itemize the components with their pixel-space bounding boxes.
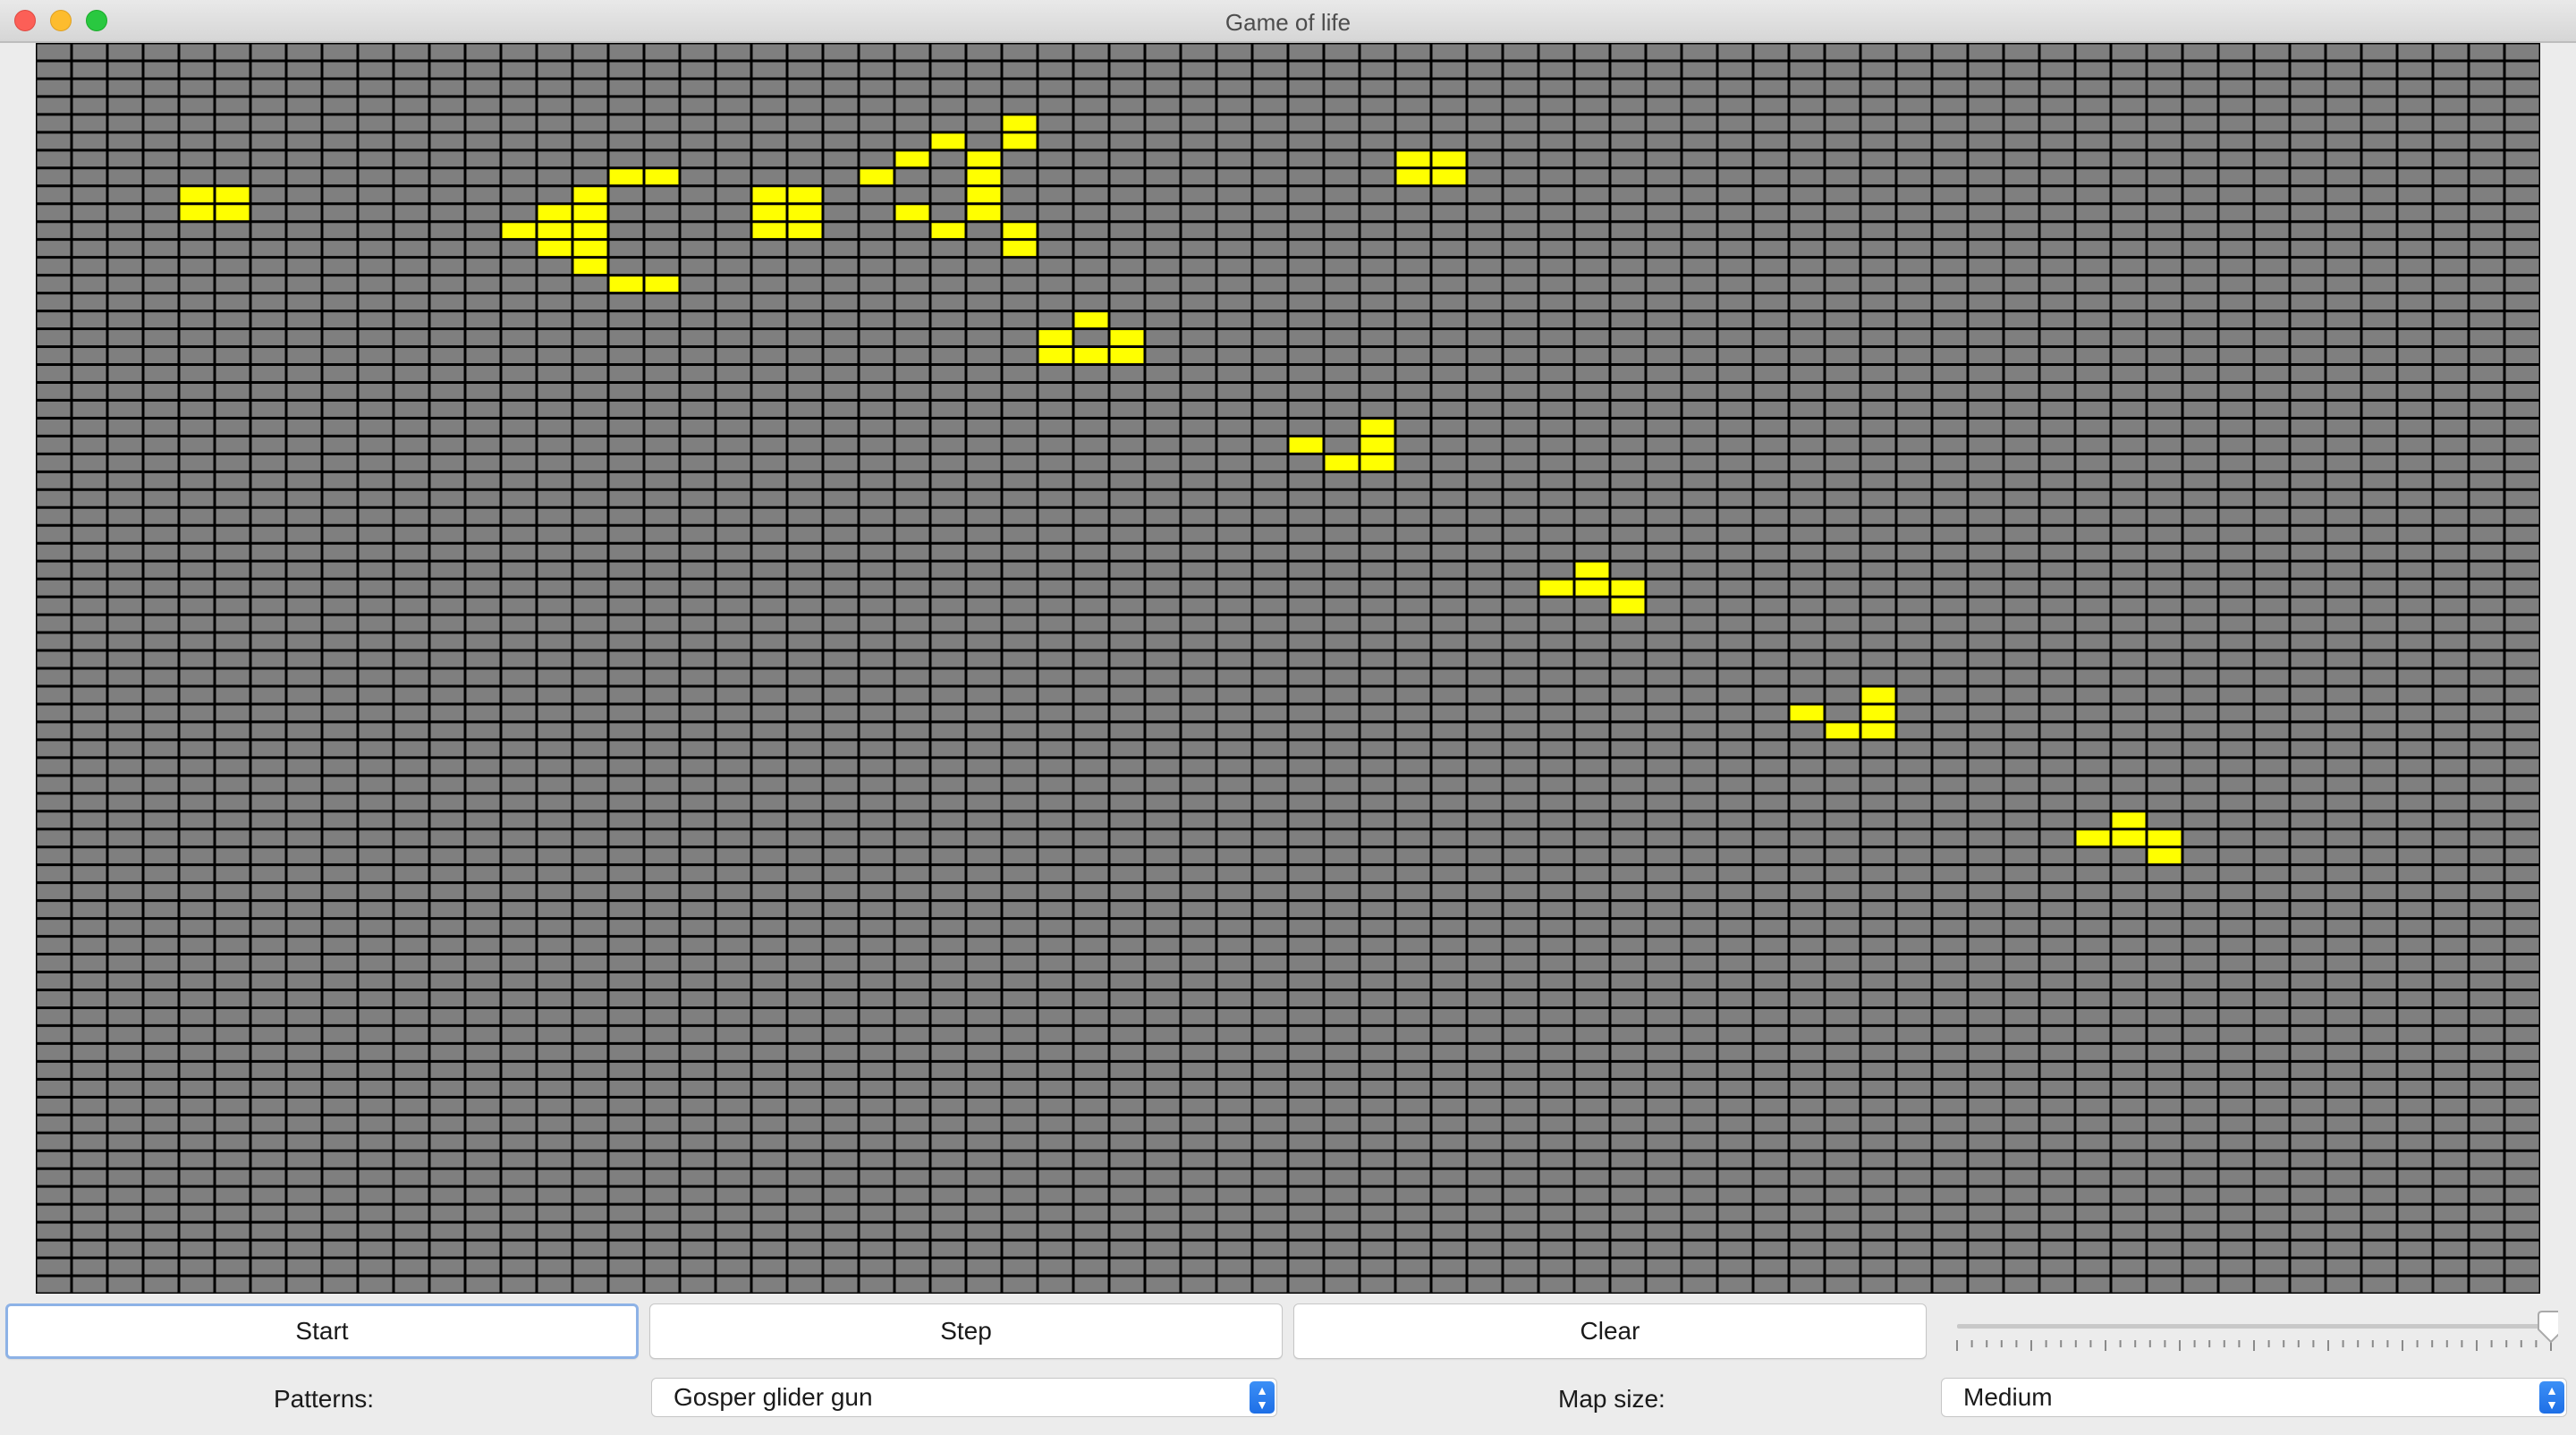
live-cell[interactable] bbox=[1073, 310, 1109, 329]
live-cell[interactable] bbox=[1109, 346, 1145, 365]
live-cell[interactable] bbox=[179, 185, 215, 204]
live-cell[interactable] bbox=[1574, 579, 1610, 598]
live-cell[interactable] bbox=[1431, 167, 1467, 186]
live-cell[interactable] bbox=[1038, 346, 1073, 365]
live-cell[interactable] bbox=[787, 203, 823, 222]
live-cell[interactable] bbox=[1073, 346, 1109, 365]
live-cell[interactable] bbox=[1038, 328, 1073, 347]
live-cell[interactable] bbox=[1860, 703, 1896, 722]
live-cell[interactable] bbox=[1324, 454, 1360, 472]
live-cell[interactable] bbox=[572, 239, 608, 258]
live-cell[interactable] bbox=[966, 149, 1002, 168]
patterns-label: Patterns: bbox=[274, 1385, 375, 1413]
live-cell[interactable] bbox=[787, 185, 823, 204]
live-cell[interactable] bbox=[2147, 828, 2182, 847]
live-cell[interactable] bbox=[1002, 114, 1038, 132]
live-cell[interactable] bbox=[930, 221, 966, 240]
live-cell[interactable] bbox=[1860, 685, 1896, 704]
title-bar: Game of life bbox=[0, 0, 2576, 43]
live-cell[interactable] bbox=[1574, 561, 1610, 580]
live-cell[interactable] bbox=[644, 275, 680, 293]
slider-track[interactable] bbox=[1957, 1324, 2551, 1329]
live-cell[interactable] bbox=[2075, 828, 2111, 847]
live-cell[interactable] bbox=[1860, 721, 1896, 740]
live-cell[interactable] bbox=[572, 257, 608, 276]
live-cell[interactable] bbox=[1538, 579, 1574, 598]
live-cell[interactable] bbox=[1360, 454, 1395, 472]
live-cell[interactable] bbox=[537, 239, 572, 258]
live-cell[interactable] bbox=[215, 185, 250, 204]
slider-ticks bbox=[1956, 1340, 2552, 1351]
live-cell[interactable] bbox=[1360, 436, 1395, 454]
live-cell[interactable] bbox=[608, 167, 644, 186]
live-cell[interactable] bbox=[1610, 597, 1646, 616]
live-cell[interactable] bbox=[1395, 149, 1431, 168]
live-cell[interactable] bbox=[179, 203, 215, 222]
live-cell[interactable] bbox=[966, 185, 1002, 204]
live-cell[interactable] bbox=[1395, 167, 1431, 186]
step-button[interactable]: Step bbox=[649, 1303, 1283, 1359]
live-cell[interactable] bbox=[1360, 418, 1395, 437]
live-cell[interactable] bbox=[537, 203, 572, 222]
window-title: Game of life bbox=[1224, 9, 1352, 36]
live-cell[interactable] bbox=[1789, 703, 1825, 722]
live-cell[interactable] bbox=[966, 203, 1002, 222]
live-cell[interactable] bbox=[572, 221, 608, 240]
live-cell[interactable] bbox=[2111, 811, 2147, 829]
clear-button[interactable]: Clear bbox=[1293, 1303, 1927, 1359]
live-cell[interactable] bbox=[751, 221, 787, 240]
live-cell[interactable] bbox=[1610, 579, 1646, 598]
live-cell[interactable] bbox=[930, 132, 966, 150]
patterns-select-value: Gosper glider gun bbox=[674, 1383, 873, 1411]
live-cell[interactable] bbox=[215, 203, 250, 222]
map-size-label: Map size: bbox=[1558, 1385, 1665, 1413]
live-cell[interactable] bbox=[787, 221, 823, 240]
live-cell[interactable] bbox=[572, 203, 608, 222]
slider-thumb[interactable] bbox=[2538, 1311, 2558, 1344]
live-cell[interactable] bbox=[1431, 149, 1467, 168]
live-cell[interactable] bbox=[1002, 221, 1038, 240]
start-button[interactable]: Start bbox=[5, 1303, 639, 1359]
speed-slider[interactable] bbox=[1950, 1308, 2558, 1362]
live-cell[interactable] bbox=[1002, 132, 1038, 150]
game-board[interactable] bbox=[36, 43, 2540, 1294]
live-cell[interactable] bbox=[1109, 328, 1145, 347]
live-cell[interactable] bbox=[501, 221, 537, 240]
map-size-select-value: Medium bbox=[1963, 1383, 2053, 1411]
live-cell[interactable] bbox=[751, 203, 787, 222]
patterns-select[interactable]: Gosper glider gun ▲ ▼ bbox=[651, 1378, 1277, 1417]
live-cell[interactable] bbox=[859, 167, 894, 186]
live-cell[interactable] bbox=[2111, 828, 2147, 847]
map-size-select[interactable]: Medium ▲ ▼ bbox=[1941, 1378, 2567, 1417]
select-arrows-icon: ▲ ▼ bbox=[2539, 1381, 2564, 1414]
live-cell[interactable] bbox=[1825, 721, 1860, 740]
live-cell[interactable] bbox=[537, 221, 572, 240]
live-cell[interactable] bbox=[894, 149, 930, 168]
live-cell[interactable] bbox=[751, 185, 787, 204]
live-cell[interactable] bbox=[2147, 846, 2182, 865]
live-cell[interactable] bbox=[1002, 239, 1038, 258]
live-cell[interactable] bbox=[644, 167, 680, 186]
select-arrows-icon: ▲ ▼ bbox=[1250, 1381, 1275, 1414]
live-cell[interactable] bbox=[894, 203, 930, 222]
live-cell[interactable] bbox=[966, 167, 1002, 186]
live-cell[interactable] bbox=[572, 185, 608, 204]
live-cell[interactable] bbox=[608, 275, 644, 293]
live-cell[interactable] bbox=[1288, 436, 1324, 454]
